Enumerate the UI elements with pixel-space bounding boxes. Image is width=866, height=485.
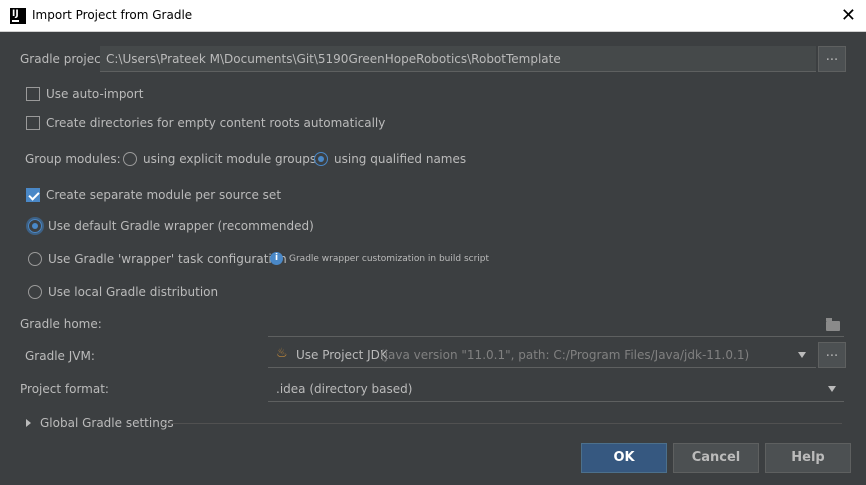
gradle-project-label: Gradle project:: [20, 52, 110, 66]
explicit-groups-label: using explicit module groups: [143, 152, 317, 166]
chevron-down-icon: [828, 386, 836, 392]
gradle-jvm-value: Use Project JDK: [296, 348, 388, 362]
project-format-value: .idea (directory based): [276, 382, 413, 396]
qualified-names-label: using qualified names: [334, 152, 467, 166]
chevron-down-icon: [798, 352, 806, 358]
create-dirs-label: Create directories for empty content roo…: [46, 116, 386, 130]
gradle-project-path: C:\Users\Prateek M\Documents\Git\5190Gre…: [106, 52, 561, 66]
project-format-label: Project format:: [20, 382, 109, 396]
gradle-jvm-label: Gradle JVM:: [25, 349, 95, 363]
title-bar: IJ Import Project from Gradle ✕: [0, 0, 866, 32]
separate-module-label: Create separate module per source set: [46, 188, 282, 202]
java-icon: ♨: [276, 346, 288, 361]
folder-icon[interactable]: [826, 318, 840, 331]
gradle-home-label: Gradle home:: [20, 317, 102, 331]
default-wrapper-label: Use default Gradle wrapper (recommended): [48, 219, 314, 233]
separate-module-checkbox[interactable]: [26, 188, 40, 202]
wrapper-hint: Gradle wrapper customization in build sc…: [289, 254, 490, 264]
help-button[interactable]: Help: [765, 443, 851, 473]
create-dirs-checkbox[interactable]: [26, 116, 40, 130]
auto-import-checkbox[interactable]: [26, 87, 40, 101]
auto-import-label: Use auto-import: [46, 87, 144, 101]
intellij-icon: IJ: [10, 8, 26, 24]
gradle-home-field[interactable]: [268, 311, 844, 337]
group-modules-label: Group modules:: [25, 152, 121, 166]
qualified-names-radio[interactable]: [314, 152, 328, 166]
global-settings-label[interactable]: Global Gradle settings: [40, 416, 174, 430]
default-wrapper-radio[interactable]: [28, 219, 42, 233]
gradle-jvm-detail: (java version "11.0.1", path: C:/Program…: [380, 348, 750, 362]
ok-button[interactable]: OK: [581, 443, 667, 473]
gradle-project-browse-button[interactable]: ...: [818, 46, 846, 72]
info-icon: i: [270, 252, 283, 265]
explicit-groups-radio[interactable]: [123, 152, 137, 166]
gradle-jvm-dropdown[interactable]: ♨ Use Project JDK (java version "11.0.1"…: [268, 342, 816, 368]
wrapper-task-label: Use Gradle 'wrapper' task configuration: [48, 252, 287, 266]
separator: [162, 423, 842, 424]
wrapper-task-radio[interactable]: [28, 252, 42, 266]
gradle-jvm-browse-button[interactable]: ...: [818, 342, 846, 368]
local-distribution-radio[interactable]: [28, 285, 42, 299]
window-title: Import Project from Gradle: [32, 8, 193, 22]
local-distribution-label: Use local Gradle distribution: [48, 285, 219, 299]
gradle-project-field[interactable]: C:\Users\Prateek M\Documents\Git\5190Gre…: [100, 46, 816, 72]
project-format-dropdown[interactable]: .idea (directory based): [268, 376, 844, 402]
cancel-button[interactable]: Cancel: [673, 443, 759, 473]
expand-triangle-icon[interactable]: [26, 419, 31, 427]
close-icon[interactable]: ✕: [841, 5, 856, 26]
